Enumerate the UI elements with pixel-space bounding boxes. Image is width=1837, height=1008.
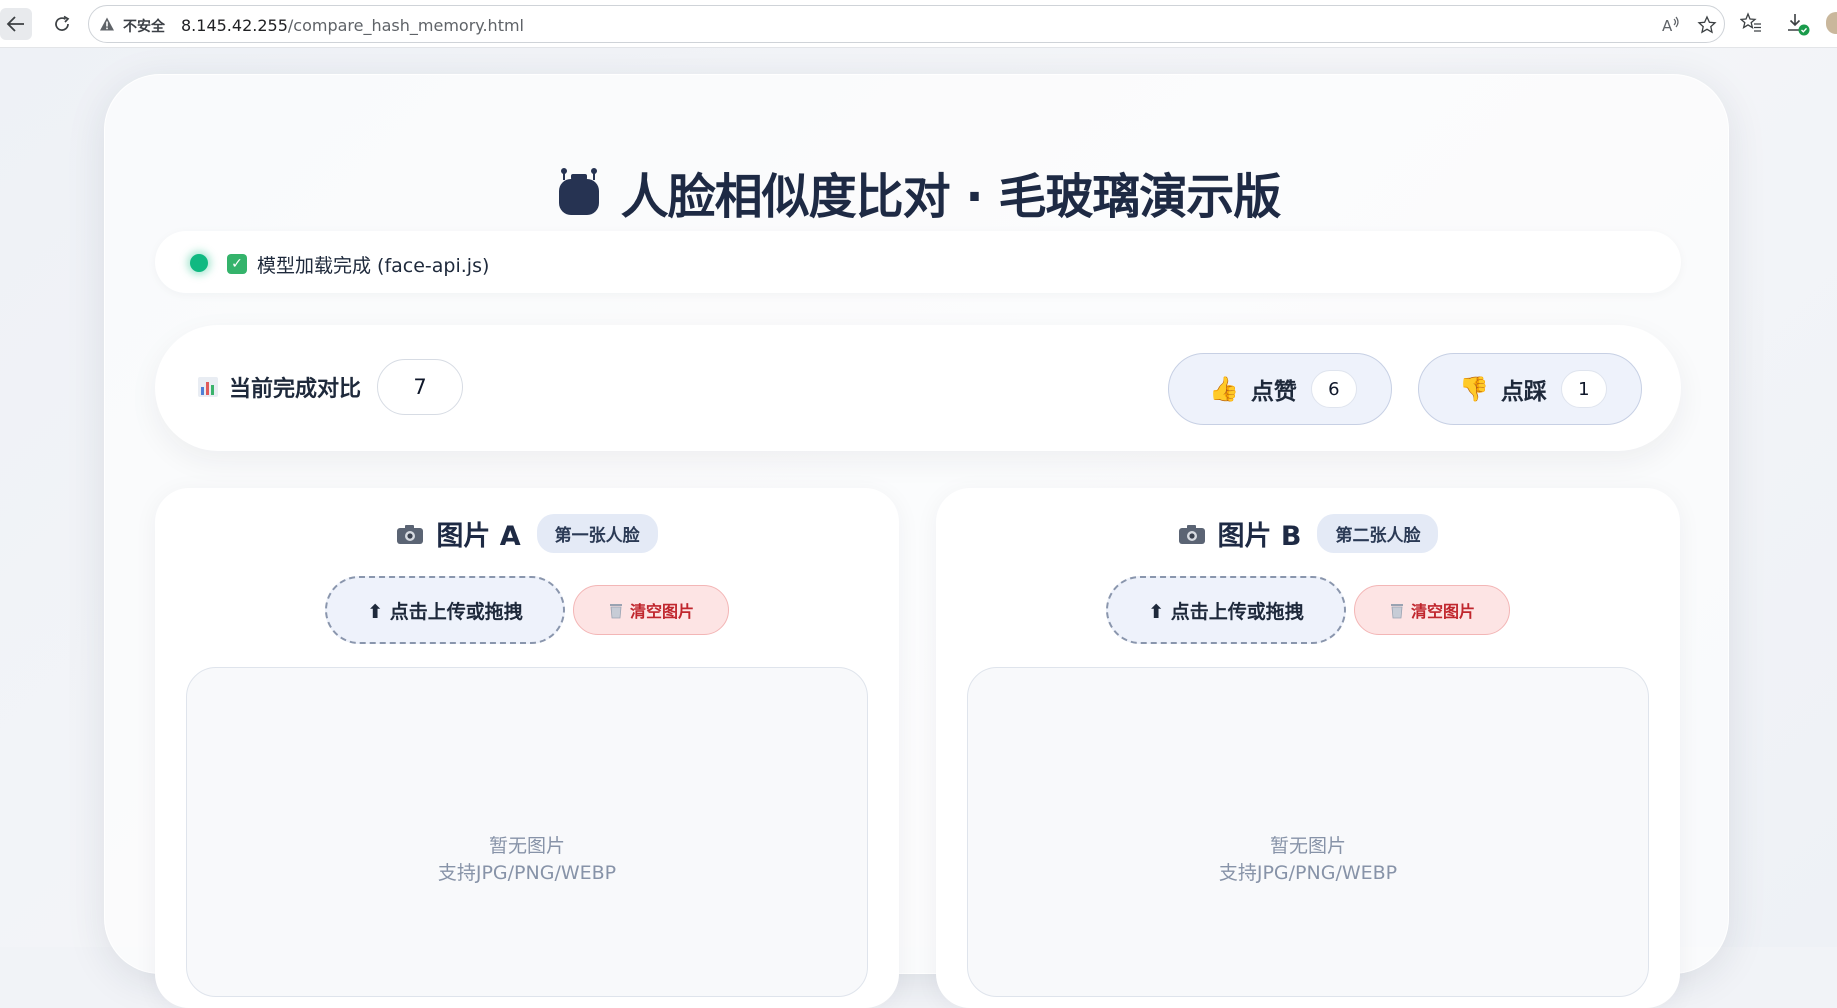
back-button[interactable] <box>0 8 32 40</box>
reload-icon <box>55 15 70 31</box>
status-text: 模型加载完成 (face-api.js) <box>257 255 490 277</box>
page-title: 人脸相似度比对 · 毛玻璃演示版 <box>105 157 1728 227</box>
back-icon <box>6 16 24 32</box>
browser-toolbar: 不安全 8.145.42.255/compare_hash_memory.htm… <box>0 0 1837 48</box>
chart-icon <box>198 377 218 397</box>
thumbs-down-icon: 👎 <box>1459 375 1489 403</box>
model-status-bar: ✓ 模型加载完成 (face-api.js) <box>155 231 1681 293</box>
check-icon: ✓ <box>227 254 247 274</box>
like-label: 点赞 <box>1250 379 1297 405</box>
svg-text:A: A <box>1662 17 1673 35</box>
panel-header: 图片 B 第二张人脸 <box>936 514 1680 553</box>
camera-icon <box>397 524 424 544</box>
security-label: 不安全 <box>123 19 165 35</box>
dislike-count: 1 <box>1560 370 1607 408</box>
panel-tag: 第二张人脸 <box>1317 514 1439 553</box>
main-card: 人脸相似度比对 · 毛玻璃演示版 ✓ 模型加载完成 (face-api.js) … <box>104 74 1729 1008</box>
clear-image-button[interactable]: 清空图片 <box>1354 585 1510 635</box>
empty-placeholder: 暂无图片 支持JPG/PNG/WEBP <box>187 833 867 887</box>
empty-placeholder: 暂无图片 支持JPG/PNG/WEBP <box>968 833 1648 887</box>
empty-title: 暂无图片 <box>488 835 565 857</box>
clear-label: 清空图片 <box>629 602 694 621</box>
favorite-star-icon[interactable] <box>1697 15 1717 35</box>
favorites-icon[interactable] <box>1740 12 1762 34</box>
address-bar[interactable]: 不安全 8.145.42.255/compare_hash_memory.htm… <box>88 5 1725 43</box>
page-background: 人脸相似度比对 · 毛玻璃演示版 ✓ 模型加载完成 (face-api.js) … <box>0 48 1837 1008</box>
empty-title: 暂无图片 <box>1269 835 1346 857</box>
profile-icon[interactable] <box>1826 12 1837 34</box>
stats-label-text: 当前完成对比 <box>229 377 362 402</box>
image-dropzone[interactable]: 暂无图片 支持JPG/PNG/WEBP <box>967 667 1649 997</box>
warning-icon <box>100 17 114 31</box>
url-host: 8.145.42.255 <box>181 16 288 35</box>
clear-label: 清空图片 <box>1410 602 1475 621</box>
url-text: 8.145.42.255/compare_hash_memory.html <box>181 16 524 35</box>
image-panel-a: 图片 A 第一张人脸 ⬆ 点击上传或拖拽 清空图片 暂无图片 支持JPG/PNG… <box>155 488 899 1008</box>
read-aloud-icon[interactable]: A <box>1661 15 1681 35</box>
clear-image-button[interactable]: 清空图片 <box>573 585 729 635</box>
supported-formats: 支持JPG/PNG/WEBP <box>437 862 617 884</box>
panel-actions: ⬆ 点击上传或拖拽 清空图片 <box>936 576 1680 644</box>
comparison-count-label: 当前完成对比 <box>197 371 361 403</box>
trash-icon <box>609 603 622 618</box>
panel-header: 图片 A 第一张人脸 <box>155 514 899 553</box>
panel-tag: 第一张人脸 <box>536 514 658 553</box>
stats-bar: 当前完成对比 7 👍 点赞 6 👎 点踩 1 <box>155 325 1681 451</box>
panel-actions: ⬆ 点击上传或拖拽 清空图片 <box>155 576 899 644</box>
like-count: 6 <box>1310 370 1357 408</box>
camera-icon <box>1178 524 1205 544</box>
dislike-button[interactable]: 👎 点踩 1 <box>1418 353 1642 425</box>
upload-button[interactable]: ⬆ 点击上传或拖拽 <box>1106 576 1346 644</box>
download-icon[interactable] <box>1786 12 1810 36</box>
panel-title: 图片 B <box>1217 521 1302 552</box>
thumbs-up-icon: 👍 <box>1209 375 1239 403</box>
panel-title: 图片 A <box>436 521 521 552</box>
reload-button[interactable] <box>46 8 78 40</box>
trash-icon <box>1390 603 1403 618</box>
robot-icon <box>558 168 599 215</box>
url-path: /compare_hash_memory.html <box>287 16 524 35</box>
image-panel-b: 图片 B 第二张人脸 ⬆ 点击上传或拖拽 清空图片 暂无图片 支持JPG/PNG… <box>936 488 1680 1008</box>
upload-button[interactable]: ⬆ 点击上传或拖拽 <box>325 576 565 644</box>
dislike-label: 点踩 <box>1500 379 1547 405</box>
image-dropzone[interactable]: 暂无图片 支持JPG/PNG/WEBP <box>186 667 868 997</box>
status-indicator <box>190 254 208 272</box>
supported-formats: 支持JPG/PNG/WEBP <box>1218 862 1398 884</box>
title-text: 人脸相似度比对 · 毛玻璃演示版 <box>620 169 1282 225</box>
comparison-count: 7 <box>377 359 463 415</box>
like-button[interactable]: 👍 点赞 6 <box>1168 353 1392 425</box>
